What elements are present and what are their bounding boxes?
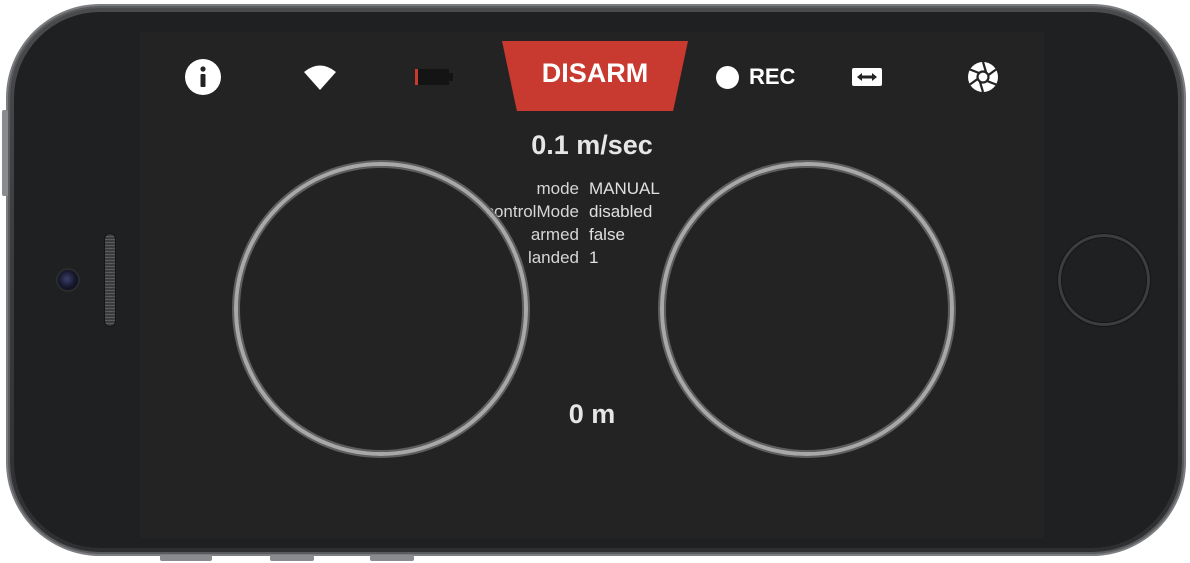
info-icon[interactable] (184, 58, 222, 96)
record-label: REC (749, 64, 796, 89)
front-camera (58, 270, 78, 290)
bottom-button-2 (270, 555, 314, 561)
bottom-button-1 (160, 555, 212, 561)
flip-camera-icon[interactable] (850, 62, 884, 92)
disarm-label: DISARM (541, 57, 649, 88)
disarm-button[interactable]: DISARM (502, 41, 688, 111)
home-button[interactable] (1058, 234, 1150, 326)
bottom-button-3 (370, 555, 414, 561)
record-button[interactable]: REC (716, 62, 795, 92)
battery-icon (412, 66, 456, 88)
volume-button (2, 110, 8, 196)
record-dot-icon (716, 65, 739, 89)
right-joystick[interactable] (660, 162, 954, 456)
wifi-icon[interactable] (300, 62, 340, 92)
left-joystick[interactable] (234, 162, 528, 456)
shutter-icon[interactable] (966, 60, 1000, 94)
app-screen: DISARM REC 0.1 m/sec mode MANUAL control… (140, 32, 1044, 538)
earpiece-speaker (105, 234, 115, 326)
speed-readout: 0.1 m/sec (531, 130, 653, 160)
altitude-readout: 0 m (568, 399, 616, 429)
